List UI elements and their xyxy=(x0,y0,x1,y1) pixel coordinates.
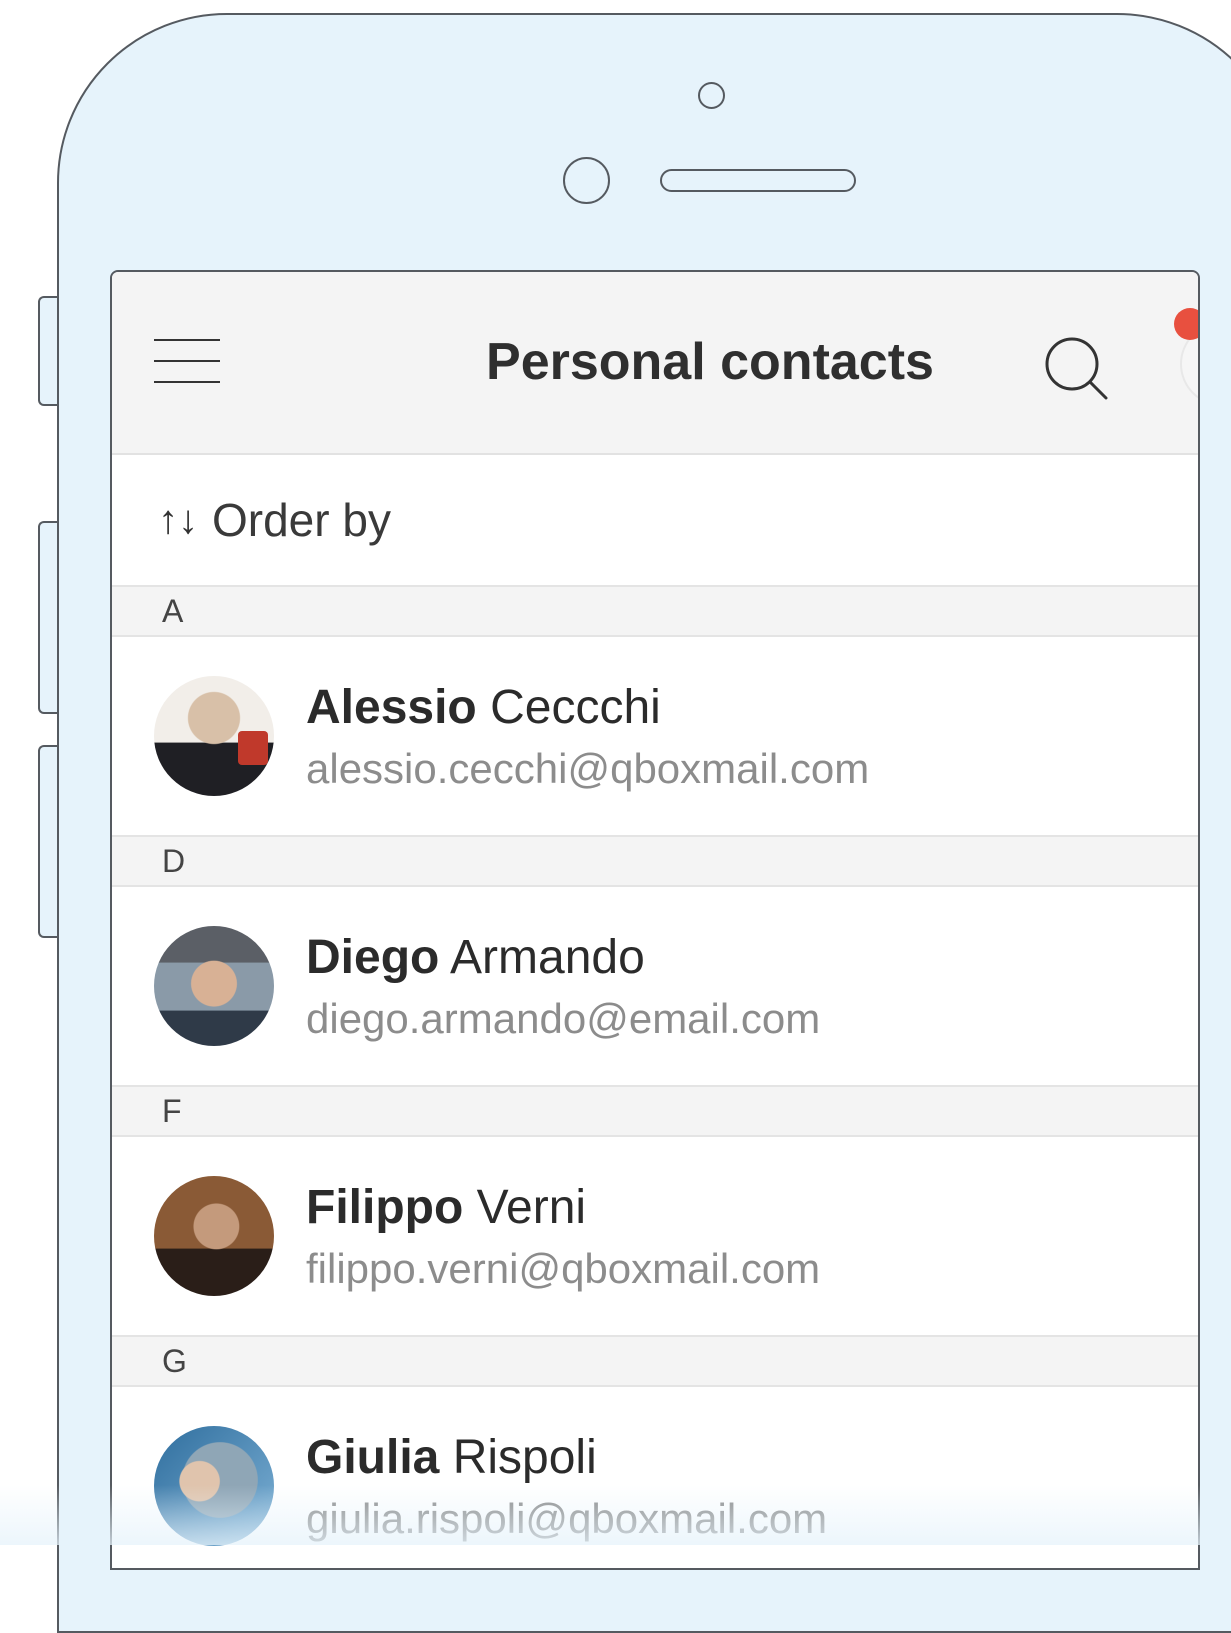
contact-row[interactable]: Filippo Verni filippo.verni@qboxmail.com xyxy=(112,1137,1198,1335)
section-header-f: F xyxy=(112,1085,1198,1137)
page-title: Personal contacts xyxy=(486,333,934,391)
section-header-g: G xyxy=(112,1335,1198,1387)
contact-email: filippo.verni@qboxmail.com xyxy=(306,1244,821,1292)
contact-avatar xyxy=(154,926,274,1046)
order-by-label: Order by xyxy=(212,494,391,546)
contact-row[interactable]: Diego Armando diego.armando@email.com xyxy=(112,887,1198,1085)
search-icon[interactable] xyxy=(1042,334,1112,404)
proximity-sensor xyxy=(698,82,725,109)
contact-name: Diego Armando xyxy=(306,930,645,984)
order-by-button[interactable]: ↑↓ Order by xyxy=(112,455,1198,585)
sort-arrows-icon: ↑↓ xyxy=(158,497,198,542)
contact-row[interactable]: Alessio Ceccchi alessio.cecchi@qboxmail.… xyxy=(112,637,1198,835)
app-screen: Personal contacts ↑↓ Order by A Alessio … xyxy=(110,270,1200,1570)
contact-avatar xyxy=(154,676,274,796)
front-camera xyxy=(563,157,610,204)
notification-dot xyxy=(1174,308,1198,340)
contact-email: alessio.cecchi@qboxmail.com xyxy=(306,744,870,792)
contact-email: giulia.rispoli@qboxmail.com xyxy=(306,1494,828,1542)
contact-name: Filippo Verni xyxy=(306,1180,587,1234)
contacts-list: A Alessio Ceccchi alessio.cecchi@qboxmai… xyxy=(112,585,1198,1568)
phone-volume-down-button xyxy=(38,745,59,938)
phone-mute-switch xyxy=(38,296,59,406)
contact-email: diego.armando@email.com xyxy=(306,994,821,1042)
contact-name: Alessio Ceccchi xyxy=(306,680,661,734)
earpiece-speaker xyxy=(660,169,856,192)
app-header: Personal contacts xyxy=(112,272,1198,455)
section-header-a: A xyxy=(112,585,1198,637)
contact-name: Giulia Rispoli xyxy=(306,1430,597,1484)
contact-avatar xyxy=(154,1426,274,1546)
contact-avatar xyxy=(154,1176,274,1296)
phone-volume-up-button xyxy=(38,521,59,714)
contact-row[interactable]: Giulia Rispoli giulia.rispoli@qboxmail.c… xyxy=(112,1387,1198,1568)
section-header-d: D xyxy=(112,835,1198,887)
